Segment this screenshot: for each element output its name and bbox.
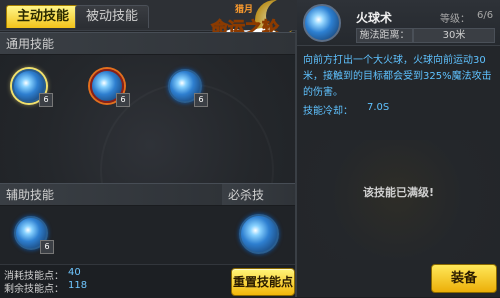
skill-info-panel: 火球术 等级： 6/6 施法距离： 30米 向前方打出一个大火球，火球向前运动3… bbox=[297, 0, 500, 297]
reset-skill-points-button[interactable]: 重置技能点 bbox=[231, 268, 295, 296]
skill-description: 向前方打出一个大火球，火球向前运动30米，接触到的目标都会受到325%魔法攻击的… bbox=[303, 55, 492, 98]
cast-range-label: 施法距离： bbox=[356, 28, 413, 43]
used-points-value: 40 bbox=[68, 267, 81, 278]
section-ultimate-skill: 必杀技 bbox=[222, 183, 295, 206]
skill-name: 火球术 bbox=[356, 11, 393, 25]
tab-passive-skills[interactable]: 被动技能 bbox=[75, 5, 150, 28]
remaining-points: 剩余技能点： 118 bbox=[4, 280, 87, 295]
remaining-points-label: 剩余技能点： bbox=[4, 284, 64, 295]
svg-text:猎月: 猎月 bbox=[235, 3, 253, 15]
cast-range-value: 30米 bbox=[413, 28, 495, 43]
skill-panel: 主动技能 被动技能 猎月 命运之轮 通用技能 6 6 6 辅助技能 必杀技 6 bbox=[0, 0, 297, 298]
common-skill-area: 6 6 6 bbox=[0, 55, 295, 183]
skill-points-bar: 消耗技能点： 40 剩余技能点： 118 重置技能点 bbox=[0, 264, 295, 298]
skill-level-value: 6/6 bbox=[477, 10, 494, 21]
tab-active-skills[interactable]: 主动技能 bbox=[6, 5, 81, 28]
max-level-notice: 该技能已满级! bbox=[362, 186, 435, 199]
cooldown-value: 7.0S bbox=[367, 102, 390, 113]
section-auxiliary-skills: 辅助技能 bbox=[0, 183, 222, 206]
skill-starfall-icon[interactable] bbox=[239, 214, 279, 254]
equip-button[interactable]: 装备 bbox=[431, 264, 497, 293]
section-common-skills: 通用技能 bbox=[0, 32, 295, 55]
remaining-points-value: 118 bbox=[68, 280, 88, 291]
auxiliary-skill-area: 6 bbox=[0, 206, 222, 264]
skill-level-badge: 6 bbox=[39, 93, 53, 107]
skill-level-label: 等级： bbox=[440, 14, 470, 25]
max-level-glow bbox=[297, 140, 500, 260]
fireball-icon bbox=[303, 4, 341, 42]
cooldown-label: 技能冷却： bbox=[303, 106, 353, 117]
skill-info-header: 火球术 等级： 6/6 施法距离： 30米 bbox=[297, 0, 500, 46]
skill-level-badge: 6 bbox=[116, 93, 130, 107]
skill-level-badge: 6 bbox=[194, 93, 208, 107]
skill-level-badge: 6 bbox=[40, 240, 54, 254]
ultimate-skill-area bbox=[222, 206, 295, 264]
